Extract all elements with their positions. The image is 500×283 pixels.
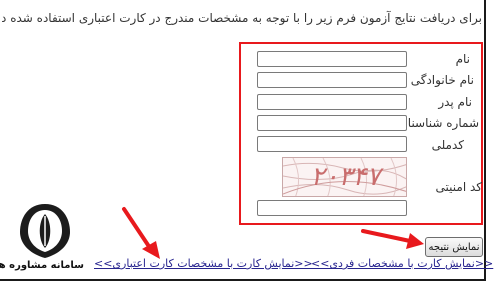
intro-text: برای دریافت نتایج آزمون فرم زیر را با تو… xyxy=(2,11,482,25)
first-name-field[interactable] xyxy=(257,51,407,67)
last-name-label: نام خانوادگی xyxy=(410,73,474,87)
id-number-field[interactable] xyxy=(257,115,407,131)
last-name-field[interactable] xyxy=(257,72,407,88)
personal-info-link[interactable]: <<نمایش کارت با مشخصات فردی>> xyxy=(311,257,493,270)
logo-mark-icon xyxy=(20,204,70,258)
national-code-field[interactable] xyxy=(257,136,407,152)
captcha-image: ۲۰۳۴۷ xyxy=(282,157,407,197)
father-name-field[interactable] xyxy=(257,94,407,110)
id-number-label: شماره شناسنامه xyxy=(394,116,479,130)
hepva-logo: سامانه مشاوره هپوا xyxy=(0,200,84,280)
father-name-label: نام پدر xyxy=(438,95,472,109)
first-name-label: نام xyxy=(455,52,470,66)
security-code-field[interactable] xyxy=(257,200,407,216)
national-code-label: کدملی xyxy=(431,138,464,152)
results-form xyxy=(239,42,483,225)
logo-text: سامانه مشاوره هپوا xyxy=(0,260,84,271)
window-edge xyxy=(490,0,500,283)
arrow-to-submit-button-icon xyxy=(361,229,424,249)
security-code-label: کد امنیتی xyxy=(435,180,482,194)
show-result-button[interactable]: نمایش نتیجه xyxy=(425,237,483,257)
arrow-to-credit-card-link-icon xyxy=(122,207,160,259)
captcha-text: ۲۰۳۴۷ xyxy=(310,162,381,192)
